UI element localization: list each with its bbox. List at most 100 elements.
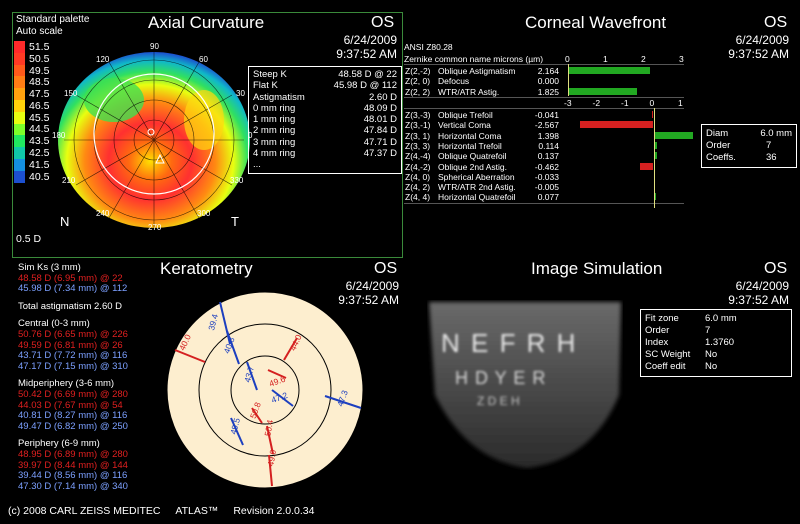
axis-label-270: 270 xyxy=(148,223,162,232)
axis-label-240: 240 xyxy=(96,209,110,218)
outer-zone xyxy=(166,291,364,489)
k-value-row: 1 mm ring 48.01 D xyxy=(253,114,397,125)
wf-scale-top-label: 3 xyxy=(679,54,684,64)
wavefront-title: Corneal Wavefront xyxy=(525,13,667,32)
legend-swatch xyxy=(14,135,25,148)
info-row: Coeff edit No xyxy=(645,361,787,373)
info-row: Diam 6.0 mm xyxy=(706,128,792,140)
midperiphery-label: Midperiphery (3-6 mm) xyxy=(18,378,115,390)
info-val: No xyxy=(705,349,718,360)
k-values-box: Steep K 48.58 D @ 22 Flat K 45.98 D @ 112 As… xyxy=(248,66,402,174)
wf-grid-2 xyxy=(404,108,684,204)
wf-scale-top-label: 2 xyxy=(641,54,646,64)
central-value: 47.17 D (7.15 mm) @ 310 xyxy=(18,360,128,372)
info-key: Order xyxy=(645,325,670,336)
product-name: ATLAS™ xyxy=(175,505,219,517)
legend-swatch xyxy=(14,123,25,136)
info-key: Index xyxy=(645,337,669,348)
info-row: Index 1.3760 xyxy=(645,337,787,349)
k-value-val: 48.09 D xyxy=(363,102,397,114)
k-value-val: 47.71 D xyxy=(363,136,397,148)
chart-line-1: N E F R H xyxy=(441,328,577,358)
wavefront-date: 6/24/2009 xyxy=(735,33,789,47)
k-value-val: 2.60 D xyxy=(369,91,397,103)
periphery-value: 39.97 D (8.44 mm) @ 144 xyxy=(18,459,128,471)
revision-text: Revision 2.0.0.34 xyxy=(233,505,315,517)
info-val: No xyxy=(705,361,718,372)
info-val: 7 xyxy=(705,325,711,336)
sim-ks-label: Sim Ks (3 mm) xyxy=(18,262,81,273)
axis-label-150: 150 xyxy=(64,89,78,98)
simulation-time: 9:37:52 AM xyxy=(728,293,789,307)
palette-label: Standard palette xyxy=(16,14,90,25)
wavefront-time: 9:37:52 AM xyxy=(728,47,789,61)
wavefront-eye: OS xyxy=(764,14,788,31)
legend-swatch xyxy=(14,88,25,100)
k-value-row: Steep K 48.58 D @ 22 xyxy=(253,69,397,80)
simulation-date: 6/24/2009 xyxy=(735,279,789,293)
midperiphery-value: 44.03 D (7.67 mm) @ 54 xyxy=(18,399,123,411)
axial-map[interactable]: 90 120 60 150 30 180 0 210 330 240 300 2… xyxy=(44,40,264,240)
central-label: Central (0-3 mm) xyxy=(18,318,90,330)
info-key: Fit zone xyxy=(645,313,679,324)
wf-scale-top-label: 1 xyxy=(603,54,608,64)
axial-time: 9:37:52 AM xyxy=(336,47,397,61)
axis-label-90: 90 xyxy=(150,42,159,51)
info-row: Order 7 xyxy=(706,140,792,152)
axis-label-30: 30 xyxy=(236,89,245,98)
legend-swatch xyxy=(14,147,25,159)
k-value-row: 0 mm ring 48.09 D xyxy=(253,103,397,114)
zernike-header: Zernike common name microns (µm) xyxy=(404,54,544,64)
axis-label-300: 300 xyxy=(197,209,211,218)
k-value-row: Flat K 45.98 D @ 112 xyxy=(253,80,397,91)
k-value-key: Astigmatism xyxy=(253,91,305,103)
simulated-eye-chart[interactable]: N E F R H H D Y E R Z D E H xyxy=(427,300,623,470)
k-value-val: 47.37 D xyxy=(363,148,397,160)
k-value-val: 47.84 D xyxy=(363,125,397,137)
k-value-row: 3 mm ring 47.71 D xyxy=(253,137,397,148)
info-key: Coeff edit xyxy=(645,361,686,372)
info-val: 6.0 mm xyxy=(705,313,737,324)
footer: (c) 2008 CARL ZEISS MEDITEC ATLAS™ Revis… xyxy=(8,505,314,517)
simulation-info-box: Fit zone 6.0 mm Order 7 Index 1.3760 SC Weight… xyxy=(640,309,792,377)
k-value-key: 0 mm ring xyxy=(253,102,296,114)
info-row: SC Weight No xyxy=(645,349,787,361)
axis-label-330: 330 xyxy=(230,176,244,185)
simulation-title: Image Simulation xyxy=(531,259,663,278)
wf-scale-mid-label: 0 xyxy=(649,98,655,108)
midperiphery-value: 50.42 D (6.69 mm) @ 280 xyxy=(18,389,128,400)
chart-line-3: Z D E H xyxy=(477,394,520,408)
simulation-eye: OS xyxy=(764,260,788,277)
wf-scale-mid-label: -2 xyxy=(592,98,601,108)
info-row: Fit zone 6.0 mm xyxy=(645,313,787,325)
periphery-value: 39.44 D (8.56 mm) @ 116 xyxy=(18,470,128,482)
k-value-row: Astigmatism 2.60 D xyxy=(253,92,397,103)
legend-swatch xyxy=(14,41,25,53)
info-key: Diam xyxy=(706,128,729,139)
legend-swatch xyxy=(14,64,25,77)
axis-label-210: 210 xyxy=(62,176,76,185)
periphery-value: 47.30 D (7.14 mm) @ 340 xyxy=(18,480,128,492)
k-value-key: ... xyxy=(253,159,261,171)
axial-eye: OS xyxy=(371,14,395,31)
chart-line-2: H D Y E R xyxy=(455,368,546,388)
legend-swatch xyxy=(14,99,25,112)
wf-scale-top-label: 0 xyxy=(565,54,570,64)
wf-scale-mid-label: -3 xyxy=(564,98,572,108)
info-val: 7 xyxy=(766,140,772,151)
wf-zero-line-2 xyxy=(653,108,655,208)
periphery-value: 48.95 D (6.89 mm) @ 280 xyxy=(18,449,128,460)
axial-date: 6/24/2009 xyxy=(343,33,397,47)
k-value-key: 2 mm ring xyxy=(253,125,296,137)
central-value: 49.59 D (6.81 mm) @ 26 xyxy=(18,339,123,351)
keratometry-diagram[interactable]: 39.4 40.0 40.8 44.0 43.7 49.6 47.2 50.8 … xyxy=(165,290,365,490)
k-value-row: 4 mm ring 47.37 D xyxy=(253,148,397,159)
legend-swatch xyxy=(14,76,25,89)
wf-scale-mid-label: 1 xyxy=(678,98,683,108)
info-val: 36 xyxy=(766,152,777,163)
legend-step-label: 0.5 D xyxy=(16,233,42,245)
info-row: Order 7 xyxy=(645,325,787,337)
legend-swatch xyxy=(14,52,25,65)
k-value-key: 4 mm ring xyxy=(253,148,296,160)
temporal-label: T xyxy=(231,214,239,229)
